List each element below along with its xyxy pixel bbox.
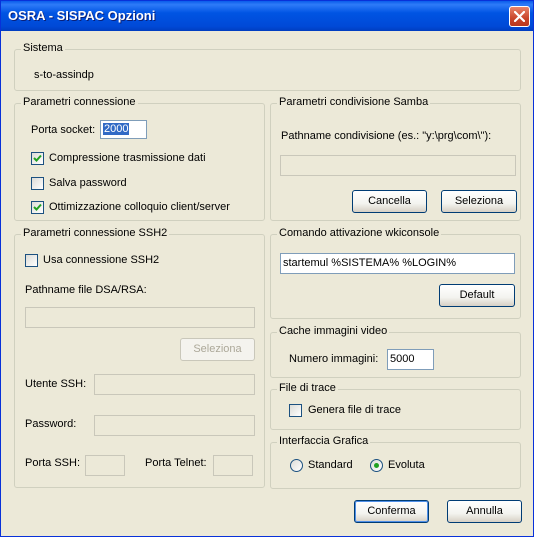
- samba-pathname-label: Pathname condivisione (es.: "y:\prg\com\…: [281, 130, 492, 142]
- utente-ssh-input[interactable]: [94, 374, 255, 395]
- porta-socket-input[interactable]: 2000: [100, 120, 147, 139]
- samba-cancella-button[interactable]: Cancella: [352, 190, 427, 213]
- compressione-label[interactable]: Compressione trasmissione dati: [49, 152, 206, 164]
- ssh2-group: Parametri connessione SSH2 Usa connessio…: [14, 227, 265, 488]
- trace-legend: File di trace: [277, 382, 338, 394]
- radio-selected-dot: [374, 463, 379, 468]
- usa-ssh2-checkbox[interactable]: [25, 254, 38, 267]
- default-button[interactable]: Default: [439, 284, 515, 307]
- close-icon: [514, 11, 525, 22]
- numero-immagini-label: Numero immagini:: [289, 353, 379, 365]
- interfaccia-legend: Interfaccia Grafica: [277, 435, 371, 447]
- options-dialog: OSRA - SISPAC Opzioni Sistema s-to-assin…: [0, 0, 534, 537]
- usa-ssh2-label[interactable]: Usa connessione SSH2: [43, 254, 159, 266]
- password-input[interactable]: [94, 415, 255, 436]
- standard-label[interactable]: Standard: [308, 459, 353, 471]
- porta-telnet-label: Porta Telnet:: [145, 457, 207, 469]
- cache-group: Cache immagini video Numero immagini: 50…: [270, 325, 521, 378]
- wkiconsole-group: Comando attivazione wkiconsole startemul…: [270, 227, 521, 319]
- connessione-group: Parametri connessione Porta socket: 2000…: [14, 96, 265, 221]
- porta-telnet-input[interactable]: [213, 455, 253, 476]
- genera-trace-checkbox[interactable]: [289, 404, 302, 417]
- wkiconsole-command-input[interactable]: startemul %SISTEMA% %LOGIN%: [280, 253, 515, 274]
- trace-group: File di trace Genera file di trace: [270, 382, 521, 430]
- porta-socket-value: 2000: [103, 123, 130, 135]
- salva-password-label[interactable]: Salva password: [49, 177, 127, 189]
- compressione-checkbox[interactable]: [31, 152, 44, 165]
- numero-immagini-input[interactable]: 5000: [387, 349, 434, 370]
- dsa-pathname-input[interactable]: [25, 307, 255, 328]
- ssh2-legend: Parametri connessione SSH2: [21, 227, 170, 239]
- window-title: OSRA - SISPAC Opzioni: [8, 8, 156, 23]
- conferma-button[interactable]: Conferma: [354, 500, 429, 523]
- evoluta-label[interactable]: Evoluta: [388, 459, 425, 471]
- porta-ssh-input[interactable]: [85, 455, 125, 476]
- close-button[interactable]: [509, 6, 530, 27]
- samba-legend: Parametri condivisione Samba: [277, 96, 431, 108]
- check-icon: [33, 154, 42, 162]
- standard-radio[interactable]: [290, 459, 303, 472]
- annulla-button[interactable]: Annulla: [447, 500, 522, 523]
- ottimizzazione-label[interactable]: Ottimizzazione colloquio client/server: [49, 201, 230, 213]
- samba-group: Parametri condivisione Samba Pathname co…: [270, 96, 521, 221]
- sistema-group: Sistema s-to-assindp: [14, 42, 521, 91]
- samba-seleziona-button[interactable]: Seleziona: [441, 190, 517, 213]
- utente-ssh-label: Utente SSH:: [25, 378, 87, 390]
- cache-legend: Cache immagini video: [277, 325, 390, 337]
- interfaccia-group: Interfaccia Grafica Standard Evoluta: [270, 435, 521, 489]
- wkiconsole-legend: Comando attivazione wkiconsole: [277, 227, 442, 239]
- dsa-pathname-label: Pathname file DSA/RSA:: [25, 284, 147, 296]
- check-icon: [33, 203, 42, 211]
- ottimizzazione-checkbox[interactable]: [31, 201, 44, 214]
- title-bar[interactable]: OSRA - SISPAC Opzioni: [1, 1, 533, 31]
- sistema-value: s-to-assindp: [34, 69, 94, 81]
- sistema-legend: Sistema: [21, 42, 65, 54]
- password-label: Password:: [25, 418, 77, 430]
- connessione-legend: Parametri connessione: [21, 96, 138, 108]
- samba-pathname-input[interactable]: [280, 155, 516, 176]
- porta-ssh-label: Porta SSH:: [25, 457, 81, 469]
- genera-trace-label[interactable]: Genera file di trace: [308, 404, 401, 416]
- porta-socket-label: Porta socket:: [31, 124, 96, 136]
- salva-password-checkbox[interactable]: [31, 177, 44, 190]
- evoluta-radio[interactable]: [370, 459, 383, 472]
- ssh2-seleziona-button[interactable]: Seleziona: [180, 338, 255, 361]
